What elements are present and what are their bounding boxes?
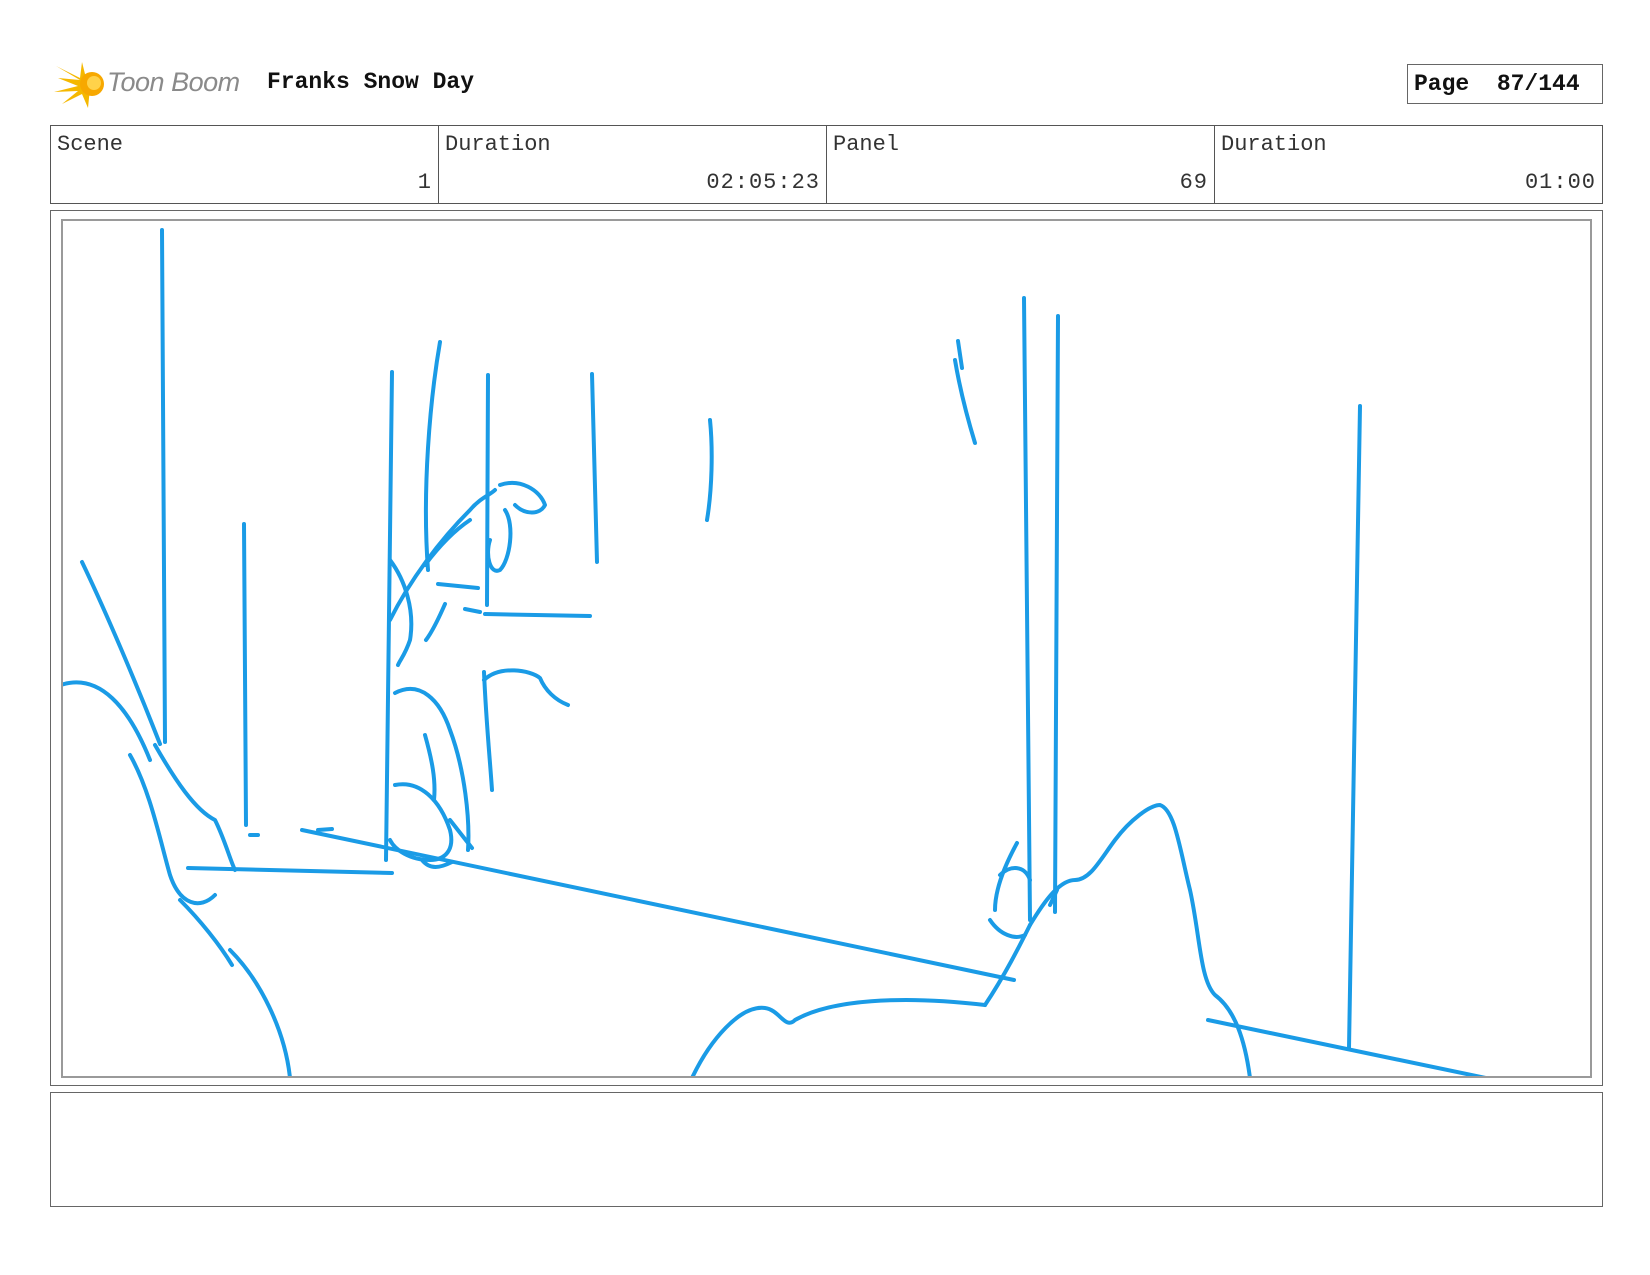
- sketch-stroke: [993, 841, 1019, 912]
- sketch-stroke: [1022, 296, 1032, 922]
- sketch-stroke: [1053, 314, 1060, 914]
- sketch-stroke: [498, 481, 547, 515]
- page-number: 87/144: [1496, 71, 1580, 97]
- sketch-stroke: [178, 898, 234, 967]
- sketch-stroke: [1028, 803, 1252, 1076]
- sketch-stroke: [988, 918, 1027, 939]
- sketch-stroke: [1347, 404, 1362, 1050]
- sketch-stroke: [153, 743, 237, 872]
- sketch-stroke: [1206, 1018, 1487, 1076]
- scene-label: Scene: [57, 132, 124, 157]
- sketch-stroke: [705, 418, 714, 522]
- logo-text: Toon Boom: [107, 67, 240, 97]
- sketch-stroke: [388, 488, 497, 622]
- sketch-stroke: [486, 508, 513, 573]
- scene-value: 1: [417, 170, 432, 195]
- sketch-stroke: [690, 998, 987, 1076]
- page-label: Page: [1414, 71, 1470, 97]
- sketch-stroke: [186, 866, 394, 875]
- sketch-stroke: [388, 782, 454, 862]
- sketch-stroke: [228, 948, 292, 1076]
- scene-duration-label: Duration: [445, 132, 551, 157]
- sketch-stroke: [956, 339, 964, 370]
- scene-duration-value: 02:05:23: [706, 170, 820, 195]
- panel-notes-box[interactable]: [50, 1092, 1603, 1207]
- sketch-stroke: [436, 582, 480, 590]
- sketch-stroke: [590, 372, 599, 564]
- sketch-stroke: [423, 340, 442, 572]
- sketch-stroke: [463, 607, 482, 614]
- scene-cell: Scene 1: [51, 126, 438, 203]
- sketch-stroke: [300, 828, 1016, 982]
- scene-duration-cell: Duration 02:05:23: [438, 126, 826, 203]
- sketch-stroke: [953, 358, 977, 445]
- panel-duration-cell: Duration 01:00: [1214, 126, 1602, 203]
- sketch-stroke: [482, 670, 494, 792]
- project-title: Franks Snow Day: [267, 69, 475, 95]
- sketch-stroke: [242, 522, 248, 827]
- panel-value: 69: [1179, 170, 1208, 195]
- sketch-stroke: [423, 518, 472, 567]
- sketch-stroke: [482, 668, 570, 707]
- panel-label: Panel: [833, 132, 900, 157]
- sketch-canvas: [61, 219, 1592, 1078]
- panel-info-table: Scene 1 Duration 02:05:23 Panel 69 Durat…: [50, 125, 1603, 204]
- storyboard-header: Toon Boom Franks Snow Day Page 87/144: [52, 58, 1608, 112]
- sketch-stroke: [316, 827, 334, 832]
- panel-cell: Panel 69: [826, 126, 1214, 203]
- sketch-stroke: [63, 680, 152, 762]
- sketch-stroke: [483, 612, 592, 618]
- sketch-stroke: [160, 228, 167, 744]
- sketch-stroke: [485, 373, 490, 607]
- sketch-stroke: [423, 733, 437, 802]
- sketch-stroke: [424, 602, 447, 642]
- starburst-icon: [54, 62, 104, 108]
- rough-sketch: [63, 228, 1487, 1076]
- sketch-stroke: [80, 560, 162, 746]
- toon-boom-logo: Toon Boom: [52, 58, 252, 110]
- page-indicator: Page 87/144: [1407, 64, 1603, 104]
- panel-duration-value: 01:00: [1524, 170, 1596, 195]
- panel-duration-label: Duration: [1221, 132, 1327, 157]
